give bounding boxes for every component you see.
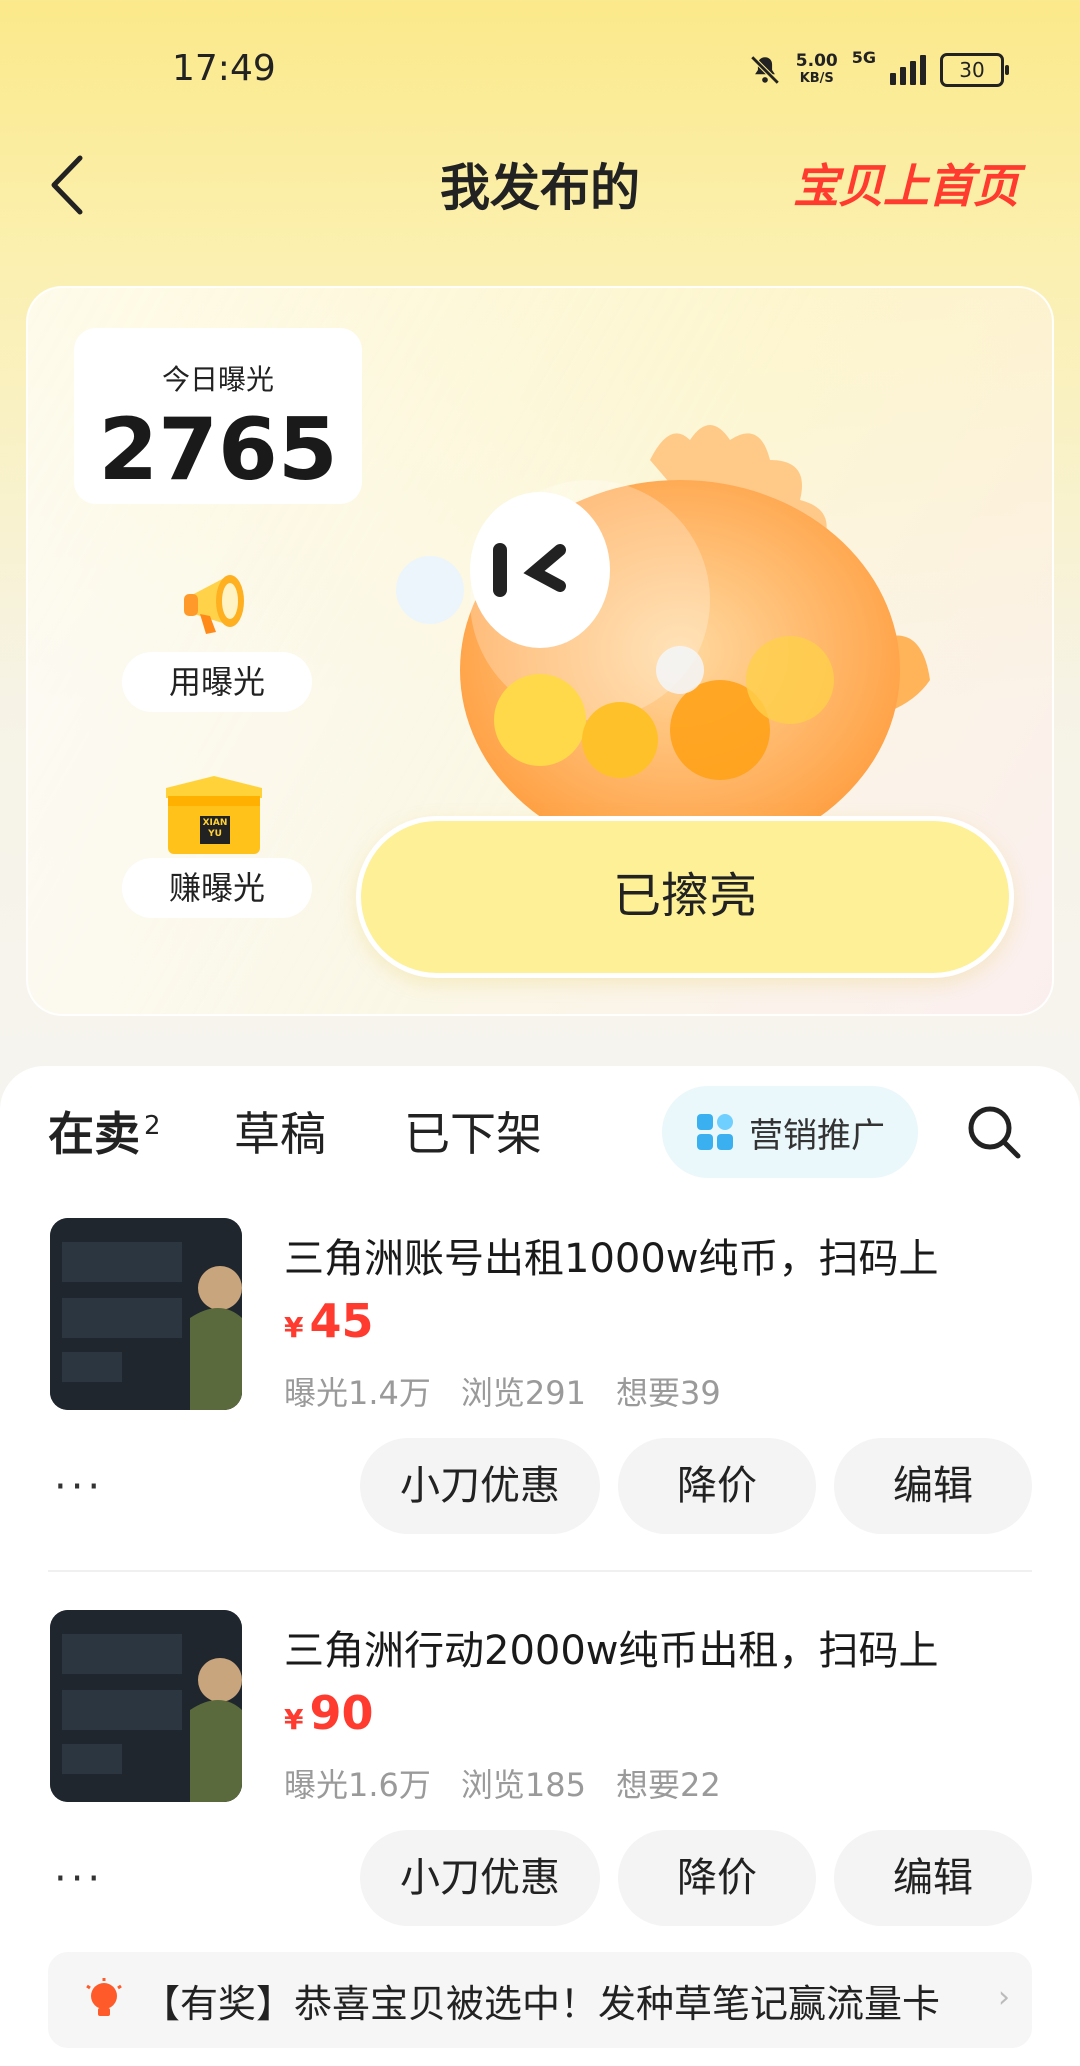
- megaphone-icon[interactable]: [170, 548, 270, 648]
- status-icons: 5.00 KB/S 5G 30: [748, 48, 1009, 92]
- marketing-promo-label: 营销推广: [749, 1115, 885, 1156]
- tab-delisted[interactable]: 已下架: [404, 1098, 542, 1164]
- grid-apps-icon: [697, 1114, 733, 1150]
- more-options-button[interactable]: ···: [54, 1856, 104, 1902]
- wants-stat: 想要22: [616, 1766, 721, 1804]
- listing-stats: 曝光1.6万 浏览185 想要22: [284, 1760, 721, 1806]
- chevron-right-icon: ›: [998, 1980, 1010, 2015]
- notice-text: 【有奖】恭喜宝贝被选中！发种草笔记赢流量卡: [142, 1981, 941, 2026]
- shine-button[interactable]: 已擦亮: [356, 816, 1014, 978]
- marketing-promo-button[interactable]: 营销推广: [662, 1086, 918, 1178]
- listing-title[interactable]: 三角洲账号出租1000w纯币，扫码上: [284, 1226, 939, 1284]
- listing-thumbnail[interactable]: [50, 1218, 242, 1410]
- reward-notice-banner[interactable]: 【有奖】恭喜宝贝被选中！发种草笔记赢流量卡 ›: [48, 1952, 1032, 2048]
- more-options-button[interactable]: ···: [54, 1464, 104, 1510]
- exposure-stat: 曝光1.4万: [284, 1374, 431, 1412]
- game-screenshot-image: [50, 1610, 242, 1802]
- today-exposure-box: 今日曝光 2765: [74, 328, 362, 504]
- box-brand-text: XIAN YU: [202, 818, 228, 839]
- status-time: 17:49: [172, 48, 276, 89]
- earn-exposure-button[interactable]: 赚曝光: [122, 858, 312, 918]
- battery-icon: 30: [940, 53, 1009, 87]
- exposure-stat: 曝光1.6万: [284, 1766, 431, 1804]
- today-exposure-value: 2765: [98, 400, 338, 500]
- views-stat: 浏览291: [460, 1374, 586, 1412]
- edit-button[interactable]: 编辑: [834, 1830, 1032, 1926]
- tab-drafts[interactable]: 草稿: [234, 1098, 326, 1164]
- wants-stat: 想要39: [616, 1374, 721, 1412]
- listing-price: ¥45: [284, 1294, 374, 1348]
- reduce-price-button[interactable]: 降价: [618, 1830, 816, 1926]
- today-exposure-label: 今日曝光: [161, 363, 274, 396]
- network-speed: 5.00 KB/S: [795, 51, 838, 86]
- fish-mascot-illustration: [396, 425, 930, 820]
- listing-thumbnail[interactable]: [50, 1610, 242, 1802]
- lightbulb-icon: [86, 1978, 122, 2016]
- discount-button[interactable]: 小刀优惠: [360, 1438, 600, 1534]
- box-icon[interactable]: [158, 772, 270, 858]
- use-exposure-button[interactable]: 用曝光: [122, 652, 312, 712]
- search-icon[interactable]: [966, 1104, 1022, 1160]
- reduce-price-button[interactable]: 降价: [618, 1438, 816, 1534]
- home-promo-link[interactable]: 宝贝上首页: [793, 150, 1019, 216]
- views-stat: 浏览185: [460, 1766, 586, 1804]
- network-type: 5G: [851, 48, 876, 67]
- on-sale-count: 2: [144, 1110, 161, 1141]
- tab-on-sale[interactable]: 在卖 2: [48, 1098, 161, 1164]
- game-screenshot-image: [50, 1218, 242, 1410]
- signal-icon: [890, 55, 926, 85]
- listing-price: ¥90: [284, 1686, 374, 1740]
- edit-button[interactable]: 编辑: [834, 1438, 1032, 1534]
- bell-off-icon: [750, 55, 780, 85]
- discount-button[interactable]: 小刀优惠: [360, 1830, 600, 1926]
- listing-stats: 曝光1.4万 浏览291 想要39: [284, 1368, 721, 1414]
- listing-divider: [48, 1570, 1032, 1572]
- listing-title[interactable]: 三角洲行动2000w纯币出租，扫码上: [284, 1618, 939, 1676]
